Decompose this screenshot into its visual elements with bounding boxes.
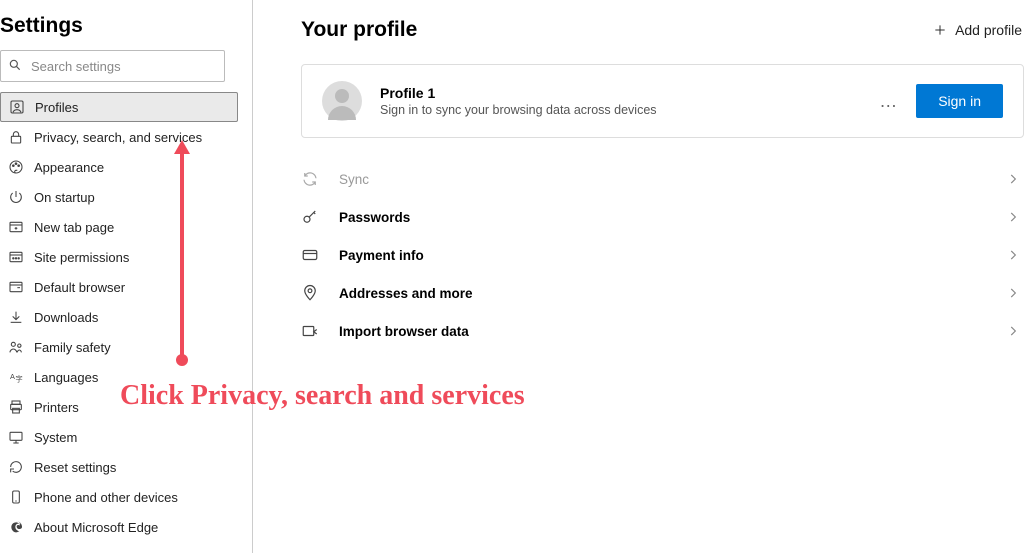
- nav-label: Reset settings: [34, 460, 116, 475]
- nav-label: Site permissions: [34, 250, 129, 265]
- newtab-icon: [8, 219, 24, 235]
- language-icon: A字: [8, 369, 24, 385]
- nav-item-privacy[interactable]: Privacy, search, and services: [0, 122, 238, 152]
- setting-label: Payment info: [339, 248, 1006, 263]
- system-icon: [8, 429, 24, 445]
- profile-icon: [9, 99, 25, 115]
- setting-addresses[interactable]: Addresses and more: [301, 274, 1024, 312]
- nav-label: Printers: [34, 400, 79, 415]
- search-input[interactable]: [0, 50, 225, 82]
- nav-item-appearance[interactable]: Appearance: [0, 152, 238, 182]
- download-icon: [8, 309, 24, 325]
- settings-title: Settings: [0, 8, 238, 50]
- profile-desc: Sign in to sync your browsing data acros…: [380, 103, 861, 117]
- import-icon: [301, 322, 319, 340]
- setting-label: Passwords: [339, 210, 1006, 225]
- nav-item-printers[interactable]: Printers: [0, 392, 238, 422]
- profile-card: Profile 1 Sign in to sync your browsing …: [301, 64, 1024, 138]
- main-header: Your profile Add profile: [301, 18, 1024, 42]
- location-icon: [301, 284, 319, 302]
- svg-text:A: A: [10, 372, 15, 381]
- chevron-right-icon: [1006, 286, 1020, 300]
- nav-label: Profiles: [35, 100, 78, 115]
- chevron-right-icon: [1006, 210, 1020, 224]
- nav-list: Profiles Privacy, search, and services A…: [0, 92, 238, 542]
- edge-icon: [8, 519, 24, 535]
- power-icon: [8, 189, 24, 205]
- nav-label: Phone and other devices: [34, 490, 178, 505]
- profile-more-button[interactable]: …: [861, 91, 916, 112]
- setting-label: Sync: [339, 172, 1006, 187]
- chevron-right-icon: [1006, 172, 1020, 186]
- setting-sync: Sync: [301, 160, 1024, 198]
- profile-settings-list: Sync Passwords Payment info Addresses an…: [301, 160, 1024, 350]
- plus-icon: [933, 23, 947, 37]
- nav-item-profiles[interactable]: Profiles: [0, 92, 238, 122]
- search-container: [0, 50, 238, 82]
- profile-info: Profile 1 Sign in to sync your browsing …: [380, 85, 861, 117]
- sync-icon: [301, 170, 319, 188]
- paint-icon: [8, 159, 24, 175]
- nav-item-startup[interactable]: On startup: [0, 182, 238, 212]
- reset-icon: [8, 459, 24, 475]
- nav-label: About Microsoft Edge: [34, 520, 158, 535]
- setting-label: Import browser data: [339, 324, 1006, 339]
- family-icon: [8, 339, 24, 355]
- printer-icon: [8, 399, 24, 415]
- nav-label: System: [34, 430, 77, 445]
- browser-icon: [8, 279, 24, 295]
- nav-label: Languages: [34, 370, 98, 385]
- nav-item-defaultbrowser[interactable]: Default browser: [0, 272, 238, 302]
- setting-passwords[interactable]: Passwords: [301, 198, 1024, 236]
- svg-text:字: 字: [15, 375, 22, 384]
- chevron-right-icon: [1006, 248, 1020, 262]
- nav-label: New tab page: [34, 220, 114, 235]
- nav-label: On startup: [34, 190, 95, 205]
- nav-label: Downloads: [34, 310, 98, 325]
- nav-item-languages[interactable]: A字 Languages: [0, 362, 238, 392]
- nav-item-newtab[interactable]: New tab page: [0, 212, 238, 242]
- nav-item-reset[interactable]: Reset settings: [0, 452, 238, 482]
- permissions-icon: [8, 249, 24, 265]
- settings-sidebar: Settings Profiles Privacy, search, and s…: [0, 0, 253, 553]
- add-profile-button[interactable]: Add profile: [933, 22, 1024, 38]
- lock-icon: [8, 129, 24, 145]
- add-profile-label: Add profile: [955, 22, 1022, 38]
- nav-item-system[interactable]: System: [0, 422, 238, 452]
- chevron-right-icon: [1006, 324, 1020, 338]
- card-icon: [301, 246, 319, 264]
- nav-label: Family safety: [34, 340, 111, 355]
- search-icon: [8, 58, 22, 72]
- nav-label: Default browser: [34, 280, 125, 295]
- key-icon: [301, 208, 319, 226]
- nav-label: Appearance: [34, 160, 104, 175]
- nav-label: Privacy, search, and services: [34, 130, 202, 145]
- avatar: [322, 81, 362, 121]
- setting-payment[interactable]: Payment info: [301, 236, 1024, 274]
- nav-item-phone[interactable]: Phone and other devices: [0, 482, 238, 512]
- nav-item-downloads[interactable]: Downloads: [0, 302, 238, 332]
- nav-item-permissions[interactable]: Site permissions: [0, 242, 238, 272]
- main-content: Your profile Add profile Profile 1 Sign …: [253, 0, 1024, 553]
- phone-icon: [8, 489, 24, 505]
- profile-name: Profile 1: [380, 85, 861, 101]
- nav-item-family[interactable]: Family safety: [0, 332, 238, 362]
- setting-label: Addresses and more: [339, 286, 1006, 301]
- page-title: Your profile: [301, 18, 417, 42]
- signin-button[interactable]: Sign in: [916, 84, 1003, 118]
- setting-import[interactable]: Import browser data: [301, 312, 1024, 350]
- nav-item-about[interactable]: About Microsoft Edge: [0, 512, 238, 542]
